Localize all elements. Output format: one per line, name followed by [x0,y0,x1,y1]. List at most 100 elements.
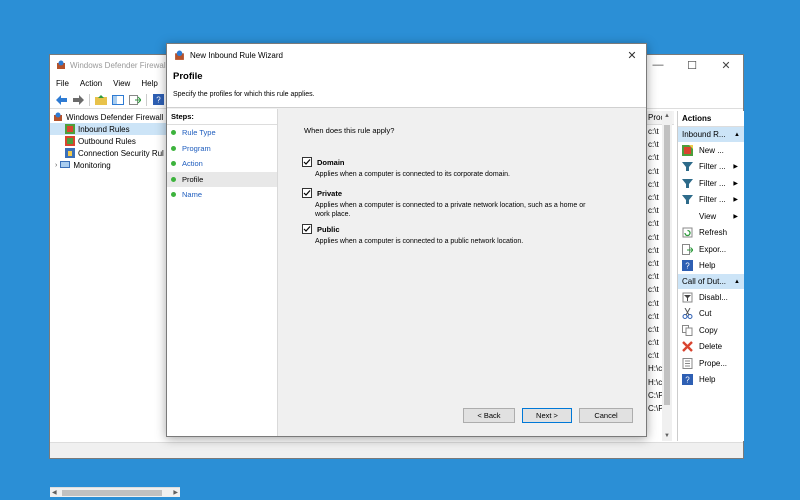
collapse-icon[interactable]: ▲ [734,132,740,138]
action-item[interactable]: ? Help [678,372,744,389]
tree-item-root[interactable]: Windows Defender Firewall [50,111,180,123]
domain-checkbox[interactable] [302,157,312,167]
scroll-right-icon[interactable]: ▶ [173,489,178,496]
scroll-left-icon[interactable]: ◀ [52,489,57,496]
action-label: Filter ... [699,162,726,172]
step-name[interactable]: Name [167,187,277,203]
action-item[interactable]: Prope... [678,355,744,372]
step-bullet-icon [171,161,176,167]
menu-action[interactable]: Action [80,79,102,88]
wizard-title: New Inbound Rule Wizard [190,50,283,60]
menu-file[interactable]: File [56,79,69,88]
step-bullet-icon [171,176,176,182]
up-folder-icon[interactable] [94,93,108,107]
filter-icon [682,178,693,189]
step-action[interactable]: Action [167,156,277,172]
steps-list: Rule Type Program Action Profile Name [167,125,277,203]
action-item[interactable]: ? Help [678,258,744,275]
delete-icon [682,341,693,353]
action-label: Help [699,375,716,385]
action-item[interactable]: Filter ... ▶ [678,192,744,209]
action-item[interactable]: Cut [678,306,744,323]
action-group-selected-rule[interactable]: Call of Dut... ▲ [678,274,744,289]
window-controls: — ☐ ✕ [641,55,743,75]
private-label[interactable]: Private [317,189,342,198]
tree-item-outbound-rules[interactable]: Outbound Rules [50,135,180,147]
action-label: Filter ... [699,178,726,188]
help-icon: ? [682,374,693,386]
public-label[interactable]: Public [317,225,340,234]
show-hide-tree-icon[interactable] [111,93,125,107]
new-rule-icon [682,144,693,156]
step-label: Action [182,159,203,169]
menu-help[interactable]: Help [141,79,157,88]
action-item[interactable]: View ▶ [678,208,744,225]
scroll-up-icon[interactable]: ▲ [662,111,672,121]
monitoring-icon [60,161,71,168]
private-checkbox[interactable] [302,188,312,198]
tree-item-connection-security[interactable]: Connection Security Rul [50,147,180,159]
help-toolbar-icon[interactable]: ? [151,93,165,107]
option-domain: Domain Applies when a computer is connec… [302,157,590,180]
svg-text:?: ? [156,96,161,105]
public-checkbox[interactable] [302,224,312,234]
action-label: View [699,211,717,221]
collapse-icon[interactable]: ▲ [734,279,740,285]
close-button[interactable]: ✕ [709,55,743,75]
wizard-close-button[interactable]: ✕ [618,44,646,66]
back-button[interactable]: < Back [463,408,515,423]
action-group-inbound-rules[interactable]: Inbound R... ▲ [678,127,744,142]
domain-label[interactable]: Domain [317,158,345,167]
action-item[interactable]: Expor... [678,241,744,258]
menu-view[interactable]: View [113,79,130,88]
action-item[interactable]: Disabl... [678,289,744,306]
page-title: Profile [173,71,203,82]
action-item[interactable]: Filter ... ▶ [678,159,744,176]
step-label: Name [182,190,203,200]
refresh-icon [682,227,693,238]
action-item[interactable]: New ... [678,142,744,159]
step-bullet-icon [171,130,176,136]
action-label: New ... [699,145,724,155]
domain-description: Applies when a computer is connected to … [315,171,510,178]
forward-icon[interactable] [71,93,85,107]
inbound-rules-icon [65,124,75,134]
export-list-icon[interactable] [128,93,142,107]
rules-vertical-scrollbar[interactable]: ▲ ▼ [662,111,672,441]
wizard-header: Profile Specify the profiles for which t… [167,66,646,108]
actions-pane: Actions Inbound R... ▲ New ... Filter ...… [677,111,744,441]
action-label: Help [699,261,716,271]
step-bullet-icon [171,145,176,151]
tree-horizontal-scrollbar[interactable]: ◀ ▶ [50,487,180,497]
filter-icon [682,161,693,172]
scroll-down-icon[interactable]: ▼ [662,431,672,441]
step-bullet-icon [171,192,176,198]
option-private: Private Applies when a computer is conne… [302,188,590,219]
next-button[interactable]: Next > [522,408,572,423]
firewall-icon [57,60,65,69]
step-rule-type[interactable]: Rule Type [167,125,277,141]
cancel-button[interactable]: Cancel [579,408,633,423]
new-inbound-rule-wizard: New Inbound Rule Wizard ✕ Profile Specif… [166,43,647,437]
profile-content: When does this rule apply? Domain Applie… [279,109,646,436]
scroll-thumb[interactable] [664,125,670,405]
tree-item-inbound-rules[interactable]: Inbound Rules [50,123,180,135]
scroll-thumb[interactable] [62,490,162,496]
tree-item-monitoring[interactable]: › Monitoring [50,159,180,171]
console-tree: Windows Defender Firewall Inbound Rules … [50,111,180,497]
action-item[interactable]: Delete [678,339,744,356]
action-item[interactable]: Refresh [678,225,744,242]
action-list-2: Disabl... Cut Copy Delete Prope...? Help [678,289,744,388]
step-label: Program [182,143,211,153]
action-item[interactable]: Filter ... ▶ [678,175,744,192]
console-title: Windows Defender Firewall [70,60,168,70]
action-item[interactable]: Copy [678,322,744,339]
chevron-right-icon[interactable]: › [55,162,57,169]
step-program[interactable]: Program [167,141,277,157]
submenu-arrow-icon: ▶ [733,180,738,187]
disable-icon [682,292,693,303]
step-profile: Profile [167,171,277,187]
maximize-button[interactable]: ☐ [675,55,709,75]
back-icon[interactable] [54,93,68,107]
submenu-arrow-icon: ▶ [733,213,738,220]
